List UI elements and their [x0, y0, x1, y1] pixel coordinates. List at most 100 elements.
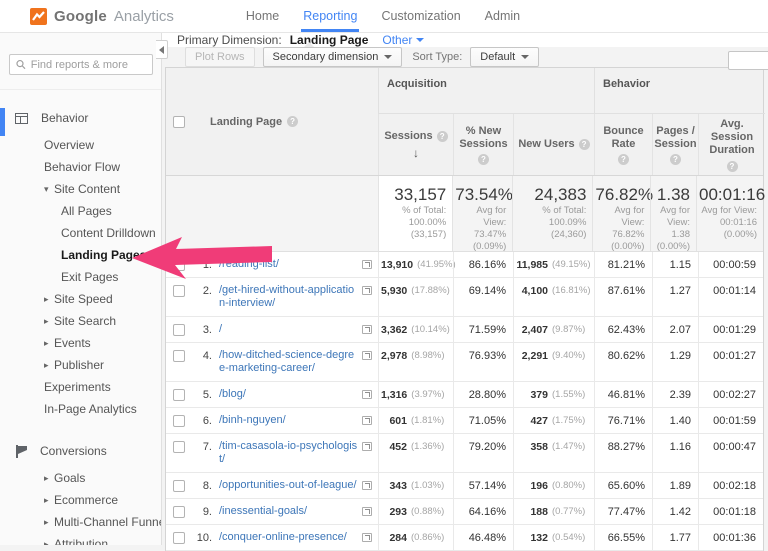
sidebar-collapse-button[interactable]: [156, 40, 168, 59]
row-checkbox[interactable]: [173, 532, 185, 544]
new-users-cell: 427 (1.75%): [513, 408, 594, 433]
avg-duration-cell: 00:00:47: [698, 434, 765, 472]
sidebar-item-exit-pages[interactable]: Exit Pages: [0, 266, 161, 288]
sidebar-item-site-speed[interactable]: ▸ Site Speed: [0, 288, 161, 310]
help-icon[interactable]: ?: [478, 153, 489, 165]
help-icon[interactable]: ?: [670, 153, 681, 165]
landing-page-link[interactable]: /opportunities-out-of-league/: [219, 479, 358, 492]
bounce-rate-cell: 76.71%: [594, 408, 652, 433]
sidebar-item-ecommerce[interactable]: ▸ Ecommerce: [0, 489, 161, 511]
top-nav-item-customization[interactable]: Customization: [369, 0, 472, 32]
expander-arrow-icon: ▸: [44, 293, 49, 304]
bounce-rate-column-header[interactable]: Bounce Rate ?: [594, 114, 652, 175]
sidebar-item-in-page-analytics[interactable]: In-Page Analytics: [0, 398, 161, 420]
row-rank: 8.: [202, 480, 212, 492]
row-checkbox[interactable]: [173, 441, 185, 453]
table-search-input[interactable]: [728, 51, 768, 70]
new-users-summary: 24,383 % of Total: 100.09% (24,360): [512, 176, 592, 251]
open-in-new-window-icon[interactable]: [362, 286, 372, 295]
row-checkbox[interactable]: [173, 480, 185, 492]
open-in-new-window-icon[interactable]: [362, 533, 372, 542]
landing-page-link[interactable]: /blog/: [219, 388, 358, 401]
help-icon[interactable]: ?: [436, 130, 448, 142]
row-rank: 3.: [202, 324, 212, 336]
select-all-checkbox[interactable]: [173, 115, 185, 128]
open-in-new-window-icon[interactable]: [362, 442, 372, 451]
sessions-cell: 2,978 (8.98%): [378, 343, 453, 381]
help-icon[interactable]: ?: [287, 116, 299, 127]
sidebar-item-site-search[interactable]: ▸ Site Search: [0, 310, 161, 332]
app-header: Google Analytics Home Reporting Customiz…: [0, 0, 768, 33]
landing-page-cell: 4. /how-ditched-science-degree-marketing…: [192, 343, 378, 381]
landing-page-link[interactable]: /conquer-online-presence/: [219, 531, 358, 544]
acquisition-group-header: Acquisition: [378, 68, 594, 113]
metric-label-row: Sessions ? ↓ % New Sessions ? New Users: [378, 114, 765, 175]
sidebar-item-site-content[interactable]: ▾ Site Content: [0, 178, 161, 200]
sidebar-item-multi-channel-funnels[interactable]: ▸ Multi-Channel Funnels: [0, 511, 161, 533]
new-users-cell: 188 (0.77%): [513, 499, 594, 524]
secondary-dimension-button[interactable]: Secondary dimension: [262, 47, 403, 67]
landing-page-link[interactable]: /: [219, 323, 358, 336]
landing-page-link[interactable]: /get-hired-without-application-interview…: [219, 284, 358, 310]
sidebar-item-behavior-flow[interactable]: Behavior Flow: [0, 156, 161, 178]
landing-page-column-label[interactable]: Landing Page: [210, 116, 282, 128]
avg-duration-column-header[interactable]: Avg. Session Duration ?: [698, 114, 765, 175]
top-nav-item-admin[interactable]: Admin: [473, 0, 532, 32]
landing-page-link[interactable]: /tim-casasola-io-psychologist/: [219, 440, 358, 466]
landing-page-link[interactable]: /inessential-goals/: [219, 505, 358, 518]
sidebar-item-all-pages[interactable]: All Pages: [0, 200, 161, 222]
help-icon[interactable]: ?: [618, 153, 629, 165]
new-users-cell: 2,407 (9.87%): [513, 317, 594, 342]
other-dimension-link[interactable]: Other: [382, 33, 425, 47]
sidebar-item-events[interactable]: ▸ Events: [0, 332, 161, 354]
sidebar-item-behavior[interactable]: Behavior: [0, 105, 161, 131]
sort-descending-icon[interactable]: ↓: [413, 146, 419, 160]
row-checkbox[interactable]: [173, 259, 185, 271]
sessions-column-header[interactable]: Sessions ? ↓: [378, 114, 453, 175]
open-in-new-window-icon[interactable]: [362, 416, 372, 425]
row-checkbox[interactable]: [173, 324, 185, 336]
new-users-column-header[interactable]: New Users ?: [513, 114, 594, 175]
summary-spacer: [166, 176, 378, 251]
sidebar-item-landing-pages[interactable]: Landing Pages: [0, 244, 161, 266]
open-in-new-window-icon[interactable]: [362, 481, 372, 490]
sidebar-item-conversions[interactable]: Conversions: [0, 438, 161, 464]
pages-session-cell: 1.77: [652, 525, 698, 550]
row-rank: 4.: [202, 350, 212, 362]
report-search-box[interactable]: [9, 54, 153, 75]
row-checkbox[interactable]: [173, 389, 185, 401]
help-icon[interactable]: ?: [726, 160, 738, 172]
sidebar-item-content-drilldown[interactable]: Content Drilldown: [0, 222, 161, 244]
sidebar-item-goals[interactable]: ▸ Goals: [0, 467, 161, 489]
landing-page-header-cell: Landing Page ?: [166, 68, 378, 175]
row-checkbox[interactable]: [173, 285, 185, 297]
open-in-new-window-icon[interactable]: [362, 325, 372, 334]
top-nav-item-reporting[interactable]: Reporting: [291, 0, 369, 32]
open-in-new-window-icon[interactable]: [362, 507, 372, 516]
row-checkbox-cell: [166, 473, 192, 498]
pages-session-cell: 1.89: [652, 473, 698, 498]
top-nav-item-home[interactable]: Home: [234, 0, 291, 32]
row-checkbox[interactable]: [173, 506, 185, 518]
plot-rows-button[interactable]: Plot Rows: [185, 47, 255, 67]
sidebar-item-experiments[interactable]: Experiments: [0, 376, 161, 398]
landing-page-link[interactable]: /binh-nguyen/: [219, 414, 358, 427]
help-icon[interactable]: ?: [578, 139, 590, 150]
landing-page-link[interactable]: /reading-list/: [219, 258, 358, 271]
sidebar-item-publisher[interactable]: ▸ Publisher: [0, 354, 161, 376]
row-checkbox[interactable]: [173, 415, 185, 427]
search-input[interactable]: [30, 58, 146, 71]
open-in-new-window-icon[interactable]: [362, 390, 372, 399]
sidebar-item-attribution[interactable]: ▸ Attribution: [0, 533, 161, 545]
open-in-new-window-icon[interactable]: [362, 260, 372, 269]
sidebar-item-overview[interactable]: Overview: [0, 134, 161, 156]
chevron-down-icon: [416, 38, 425, 42]
sort-type-dropdown[interactable]: Default: [470, 47, 540, 67]
landing-page-link[interactable]: /how-ditched-science-degree-marketing-ca…: [219, 349, 358, 375]
table-row: 6. /binh-nguyen/ 601 (1.81%) 71.05% 427 …: [166, 408, 763, 434]
row-checkbox[interactable]: [173, 350, 185, 362]
pages-session-column-header[interactable]: Pages / Session ?: [652, 114, 698, 175]
avg-duration-cell: 00:01:59: [698, 408, 765, 433]
pct-new-sessions-column-header[interactable]: % New Sessions ?: [453, 114, 513, 175]
open-in-new-window-icon[interactable]: [362, 351, 372, 360]
